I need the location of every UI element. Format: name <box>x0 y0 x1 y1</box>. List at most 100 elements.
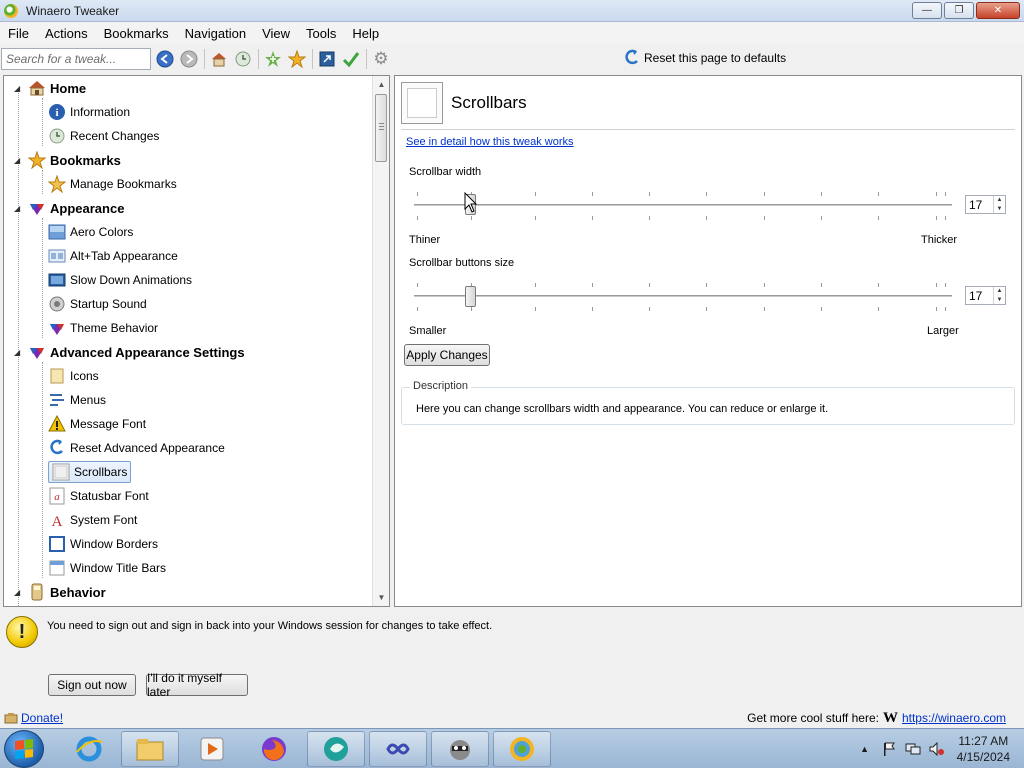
scroll-down-arrow-icon[interactable]: ▼ <box>373 589 389 606</box>
taskbar-firefox[interactable] <box>245 731 303 767</box>
tree-item-manage-bookmarks[interactable]: Manage Bookmarks <box>48 173 177 195</box>
spin-up-icon[interactable]: ▲ <box>994 287 1005 296</box>
taskbar-winaero-tweaker[interactable] <box>493 731 551 767</box>
apply-changes-button[interactable]: Apply Changes <box>404 344 490 366</box>
tweak-tree[interactable]: Home ◢ i Information Recent Changes Book… <box>3 75 390 607</box>
tree-category-home[interactable]: Home <box>28 77 86 99</box>
tree-item-menus[interactable]: Menus <box>48 389 106 411</box>
spin-down-icon[interactable]: ▼ <box>994 296 1005 305</box>
shortcut-icon[interactable] <box>317 49 337 69</box>
mouse-pointer-icon <box>464 192 478 213</box>
tree-label: System Font <box>70 513 138 527</box>
action-center-flag-icon[interactable] <box>880 740 898 758</box>
tree-item-scrollbars[interactable]: Scrollbars <box>48 461 132 483</box>
volume-muted-icon[interactable] <box>928 740 946 758</box>
slider-tick <box>706 216 707 220</box>
search-input[interactable]: Search for a tweak... <box>1 48 151 70</box>
network-icon[interactable] <box>904 740 922 758</box>
media-player-icon <box>200 737 224 761</box>
scrollbar-width-track[interactable] <box>414 204 952 206</box>
tree-item-window-title-bars[interactable]: Window Title Bars <box>48 557 166 579</box>
add-bookmark-icon[interactable] <box>263 49 283 69</box>
slider-tick <box>764 216 765 220</box>
tree-item-statusbar-font[interactable]: a Statusbar Font <box>48 485 149 507</box>
theme-palette-icon <box>48 319 66 337</box>
do-it-later-button[interactable]: I'll do it myself later <box>146 671 248 699</box>
slider-tick <box>878 307 879 311</box>
taskbar-media-player[interactable] <box>183 731 241 767</box>
menu-tools[interactable]: Tools <box>298 26 344 41</box>
menu-help[interactable]: Help <box>344 26 387 41</box>
scrollbar-buttons-track[interactable] <box>414 295 952 297</box>
show-hidden-icons-chevron-icon[interactable]: ▲ <box>856 740 874 758</box>
tree-item-startup-sound[interactable]: Startup Sound <box>48 293 147 315</box>
slider-tick <box>878 216 879 220</box>
tree-item-alt-tab[interactable]: Alt+Tab Appearance <box>48 245 178 267</box>
tree-category-advanced-appearance[interactable]: Advanced Appearance Settings <box>28 341 245 363</box>
settings-gear-icon[interactable]: ⚙ <box>371 49 391 69</box>
winaero-link[interactable]: https://winaero.com <box>902 711 1006 725</box>
windows-flag-icon <box>15 739 33 759</box>
spin-down-icon[interactable]: ▼ <box>994 205 1005 214</box>
scrollbar-buttons-value[interactable]: 17 <box>966 289 993 303</box>
collapse-arrow-icon[interactable]: ◢ <box>14 348 22 357</box>
sign-out-now-button[interactable]: Sign out now <box>48 674 136 696</box>
tree-item-icons[interactable]: Icons <box>48 365 99 387</box>
tree-category-behavior[interactable]: Behavior <box>28 581 106 603</box>
taskbar-app-infinity[interactable] <box>369 731 427 767</box>
taskbar-app-raccoon[interactable] <box>431 731 489 767</box>
reset-page-button[interactable]: Reset this page to defaults <box>624 49 786 67</box>
tree-category-bookmarks[interactable]: Bookmarks <box>28 149 121 171</box>
scrollbar-width-spinner[interactable]: 17 ▲ ▼ <box>965 195 1006 214</box>
minimize-button[interactable]: — <box>912 2 942 19</box>
tree-item-reset-advanced-appearance[interactable]: Reset Advanced Appearance <box>48 437 225 459</box>
clock[interactable]: 11:27 AM 4/15/2024 <box>957 733 1010 765</box>
donate-link[interactable]: Donate! <box>21 711 63 725</box>
tree-item-recent-changes[interactable]: Recent Changes <box>48 125 159 147</box>
tree-item-slow-down-animations[interactable]: Slow Down Animations <box>48 269 192 291</box>
taskbar-app-teal[interactable] <box>307 731 365 767</box>
menu-navigation[interactable]: Navigation <box>177 26 254 41</box>
system-font-icon: A <box>48 511 66 529</box>
checkmark-icon[interactable] <box>341 49 361 69</box>
clock-time: 11:27 AM <box>958 734 1009 748</box>
collapse-arrow-icon[interactable]: ◢ <box>14 84 22 93</box>
winaero-tweaker-icon <box>510 737 534 761</box>
menu-file[interactable]: File <box>0 26 37 41</box>
tree-item-message-font[interactable]: Message Font <box>48 413 146 435</box>
reset-arrow-icon <box>48 439 66 457</box>
detail-link[interactable]: See in detail how this tweak works <box>406 136 574 148</box>
back-icon[interactable] <box>155 49 175 69</box>
menu-actions[interactable]: Actions <box>37 26 96 41</box>
menu-view[interactable]: View <box>254 26 298 41</box>
forward-icon[interactable] <box>179 49 199 69</box>
tree-selection-highlight: Scrollbars <box>48 461 132 483</box>
scrollbar-buttons-spinner[interactable]: 17 ▲ ▼ <box>965 286 1006 305</box>
tree-category-appearance[interactable]: Appearance <box>28 197 124 219</box>
restore-button[interactable]: ❐ <box>944 2 974 19</box>
tree-item-theme-behavior[interactable]: Theme Behavior <box>48 317 158 339</box>
taskbar-internet-explorer[interactable] <box>60 731 118 767</box>
house-icon <box>28 79 46 97</box>
scrollbar-width-value[interactable]: 17 <box>966 198 993 212</box>
home-icon[interactable] <box>209 49 229 69</box>
bookmarks-star-icon[interactable] <box>287 49 307 69</box>
collapse-arrow-icon[interactable]: ◢ <box>14 156 22 165</box>
close-button[interactable]: ✕ <box>976 2 1020 19</box>
scrollbar-buttons-slider-thumb[interactable] <box>465 286 476 307</box>
collapse-arrow-icon[interactable]: ◢ <box>14 588 22 597</box>
tree-item-window-borders[interactable]: Window Borders <box>48 533 158 555</box>
spin-up-icon[interactable]: ▲ <box>994 196 1005 205</box>
animations-icon <box>48 271 66 289</box>
tree-item-aero-colors[interactable]: Aero Colors <box>48 221 133 243</box>
tree-scrollbar[interactable]: ▲ ▼ <box>372 76 389 606</box>
taskbar-file-explorer[interactable] <box>121 731 179 767</box>
start-button[interactable] <box>4 730 44 768</box>
tree-item-information[interactable]: i Information <box>48 101 130 123</box>
menu-bookmarks[interactable]: Bookmarks <box>96 26 177 41</box>
tree-item-system-font[interactable]: A System Font <box>48 509 138 531</box>
scroll-up-arrow-icon[interactable]: ▲ <box>373 76 389 93</box>
collapse-arrow-icon[interactable]: ◢ <box>14 204 22 213</box>
scroll-thumb[interactable] <box>375 94 387 162</box>
recent-changes-icon[interactable] <box>233 49 253 69</box>
